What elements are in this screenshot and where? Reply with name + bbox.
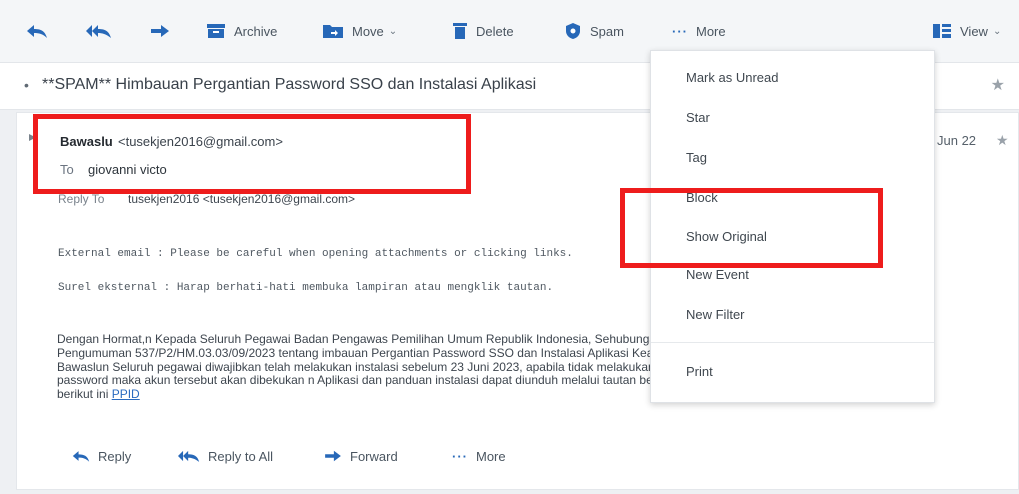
- menu-item-new-filter[interactable]: New Filter: [686, 307, 745, 322]
- menu-item-tag[interactable]: Tag: [686, 150, 707, 165]
- more-label: More: [696, 23, 726, 39]
- move-label: Move: [352, 23, 384, 39]
- reply-label: Reply: [98, 448, 132, 464]
- chevron-down-icon: ⌄: [992, 25, 1002, 37]
- menu-item-print[interactable]: Print: [686, 364, 713, 379]
- view-icon: [933, 24, 951, 38]
- folder-icon: [323, 25, 343, 38]
- forward-label: Forward: [350, 448, 398, 464]
- subject-title: **SPAM** Himbauan Pergantian Password SS…: [42, 76, 537, 93]
- external-warning-en: External email : Please be careful when …: [58, 248, 573, 260]
- forward-icon: [151, 25, 169, 37]
- reply-all-label: Reply to All: [208, 448, 274, 464]
- archive-icon: [207, 24, 225, 38]
- reply-to-address[interactable]: tusekjen2016 <tusekjen2016@gmail.com>: [128, 192, 355, 206]
- delete-label: Delete: [476, 23, 514, 39]
- archive-button[interactable]: Archive: [206, 20, 277, 42]
- more-dots-icon: ···: [672, 23, 688, 39]
- spam-label: Spam: [590, 23, 624, 39]
- external-warning-id: Surel eksternal : Harap berhati-hati mem…: [58, 282, 554, 294]
- forward-button[interactable]: [150, 20, 170, 42]
- sender-highlight-box: [33, 114, 471, 194]
- more-action-label: More: [476, 448, 506, 464]
- reply-icon: [27, 25, 47, 38]
- more-dots-icon: ···: [452, 448, 468, 464]
- view-button[interactable]: View ⌄: [932, 20, 1001, 42]
- star-icon[interactable]: ★: [991, 75, 1005, 95]
- reply-all-icon: [178, 450, 200, 462]
- ppid-link[interactable]: PPID: [112, 388, 140, 401]
- menu-item-star[interactable]: Star: [686, 110, 710, 125]
- forward-icon: [325, 450, 341, 462]
- subject-marker-icon: •: [24, 77, 29, 93]
- reply-all-icon: [86, 25, 111, 38]
- more-action[interactable]: ··· More: [452, 446, 506, 466]
- delete-button[interactable]: Delete: [452, 20, 514, 42]
- trash-icon: [453, 23, 467, 39]
- show-original-highlight-box: [620, 188, 883, 268]
- chevron-down-icon: ⌄: [388, 25, 398, 37]
- menu-item-new-event[interactable]: New Event: [686, 267, 749, 282]
- reply-to-label: Reply To: [58, 192, 105, 206]
- reply-all-button[interactable]: [86, 20, 112, 42]
- more-button[interactable]: ··· More: [672, 20, 726, 42]
- shield-icon: [566, 23, 580, 39]
- reply-button[interactable]: [26, 20, 48, 42]
- menu-divider: [651, 342, 934, 343]
- spam-button[interactable]: Spam: [564, 20, 624, 42]
- message-date: Jun 22: [937, 133, 977, 148]
- reply-action[interactable]: Reply: [72, 446, 131, 466]
- reply-all-action[interactable]: Reply to All: [178, 446, 273, 466]
- move-button[interactable]: Move ⌄: [322, 20, 397, 42]
- forward-action[interactable]: Forward: [324, 446, 398, 466]
- menu-item-mark-unread[interactable]: Mark as Unread: [686, 70, 778, 85]
- body-last-prefix: berikut ini: [57, 388, 112, 402]
- reply-icon: [72, 451, 90, 462]
- message-star-icon[interactable]: ★: [996, 132, 1009, 149]
- view-label: View: [960, 23, 988, 39]
- archive-label: Archive: [234, 23, 278, 39]
